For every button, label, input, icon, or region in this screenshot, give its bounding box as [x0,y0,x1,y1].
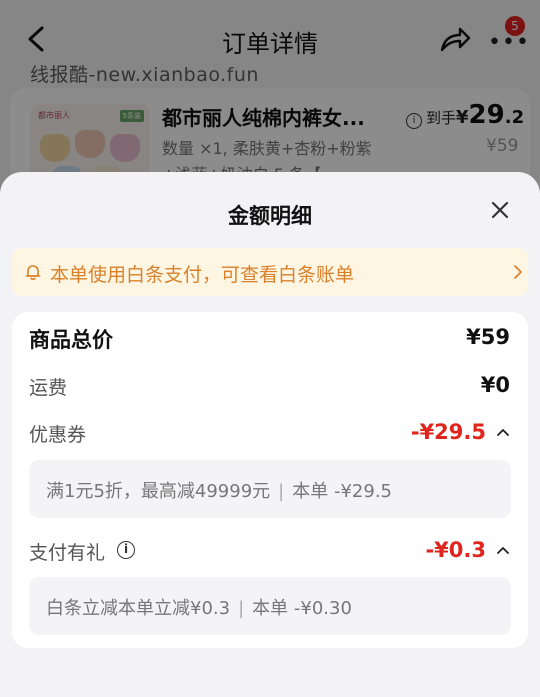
shipping-value: ¥0 [480,373,510,397]
info-icon[interactable]: i [117,541,135,559]
coupon-detail-text: 满1元5折，最高减49999元 | 本单 -¥29.5 [46,477,392,503]
amount-detail-sheet: 金额明细 本单使用白条支付，可查看白条账单 商品总价 ¥59 运费 ¥0 优惠券… [0,172,540,697]
sheet-title: 金额明细 [228,204,312,228]
coupon-detail-amount: 本单 -¥29.5 [292,481,392,502]
coupon-detail-separator: | [278,481,285,502]
coupon-detail-box: 满1元5折，最高减49999元 | 本单 -¥29.5 [29,460,511,518]
payment-gift-value[interactable]: -¥0.3 [425,538,486,562]
payment-gift-detail-text: 白条立减本单立减¥0.3 | 本单 -¥0.30 [46,594,352,620]
notice-text: 本单使用白条支付，可查看白条账单 [50,264,355,286]
close-icon [491,201,509,219]
coupon-detail-rule: 满1元5折，最高减49999元 [46,481,271,502]
chevron-up-icon[interactable] [496,545,510,555]
close-button[interactable] [486,196,514,224]
total-price-label: 商品总价 [29,328,113,352]
chevron-right-icon [514,265,522,279]
coupon-label: 优惠券 [29,424,87,446]
baitiao-notice[interactable]: 本单使用白条支付，可查看白条账单 [12,248,528,296]
payment-gift-detail-rule: 白条立减本单立减¥0.3 [46,598,231,619]
total-price-value: ¥59 [466,325,510,349]
payment-gift-detail-box: 白条立减本单立减¥0.3 | 本单 -¥0.30 [29,577,511,635]
payment-gift-detail-amount: 本单 -¥0.30 [252,598,352,619]
payment-gift-detail-separator: | [238,598,245,619]
shipping-label: 运费 [29,377,68,399]
bell-icon [25,265,41,281]
chevron-up-icon[interactable] [496,427,510,437]
payment-gift-label: 支付有礼 [29,542,106,564]
coupon-value[interactable]: -¥29.5 [411,420,486,444]
amount-detail-card: 商品总价 ¥59 运费 ¥0 优惠券 -¥29.5 满1元5折，最高减49999… [12,312,528,648]
